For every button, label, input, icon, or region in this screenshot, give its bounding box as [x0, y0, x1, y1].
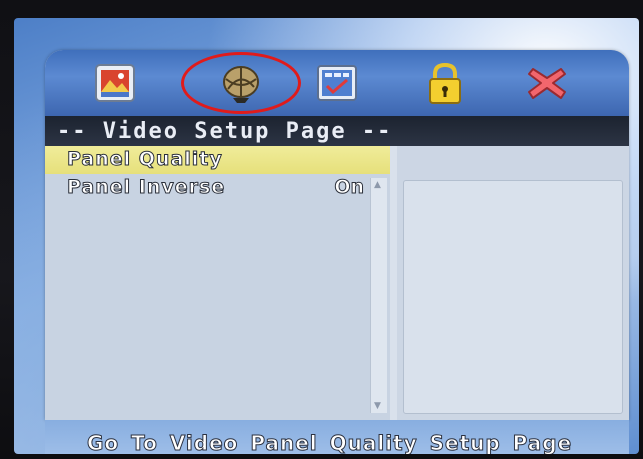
status-bar: Go To Video Panel Quality Setup Page: [45, 420, 629, 454]
page-title: -- Video Setup Page --: [57, 119, 393, 144]
scroll-down-icon[interactable]: ▼: [374, 401, 381, 411]
preference-icon[interactable]: [315, 61, 359, 105]
tv-screen: -- Video Setup Page -- Panel Quality Pan…: [14, 18, 639, 454]
general-setup-icon[interactable]: [93, 61, 137, 105]
submenu-box: [403, 180, 623, 414]
menu-item-label: Panel Inverse: [66, 176, 226, 199]
submenu-pane: [397, 146, 629, 420]
menu-list: Panel Quality Panel Inverse On ▲ ▼: [45, 146, 390, 420]
scroll-up-icon[interactable]: ▲: [374, 180, 381, 190]
lock-icon[interactable]: [423, 61, 467, 105]
menu-item-value: On: [334, 176, 365, 199]
setup-menu-panel: -- Video Setup Page -- Panel Quality Pan…: [45, 50, 629, 420]
exit-icon[interactable]: [525, 61, 569, 105]
page-title-bar: -- Video Setup Page --: [45, 116, 629, 146]
status-text: Go To Video Panel Quality Setup Page: [86, 431, 573, 455]
menu-scrollbar[interactable]: ▲ ▼: [370, 178, 387, 413]
menu-item-panel-quality[interactable]: Panel Quality: [45, 146, 390, 174]
setup-tab-bar: [45, 50, 629, 116]
menu-item-label: Panel Quality: [67, 148, 223, 171]
pane-divider: [390, 146, 397, 420]
selection-ring: [181, 52, 301, 114]
menu-item-panel-inverse[interactable]: Panel Inverse On: [45, 174, 390, 202]
